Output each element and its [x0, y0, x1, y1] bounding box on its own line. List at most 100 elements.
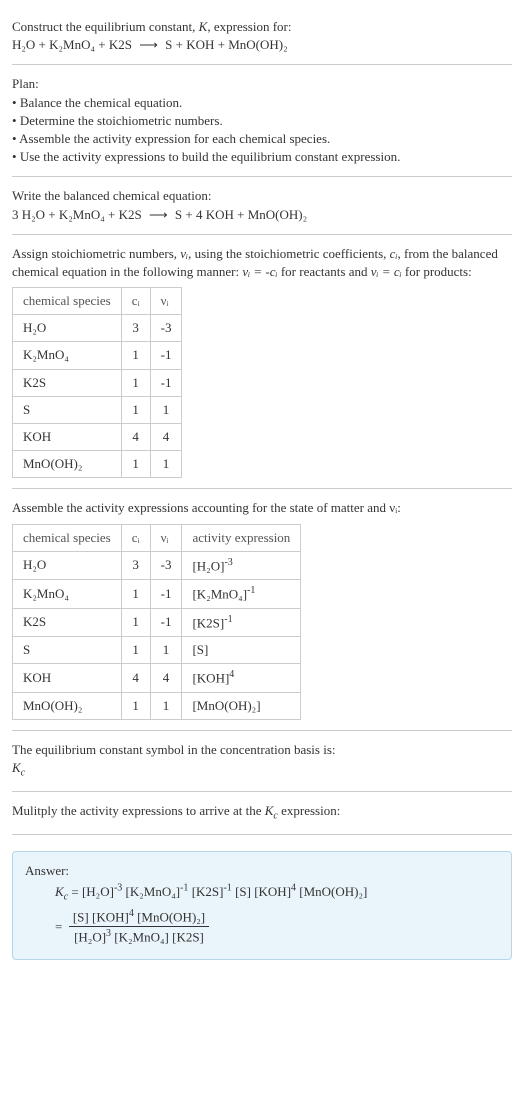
- plan-item-text: Assemble the activity expression for eac…: [19, 131, 330, 146]
- table-row: S11[S]: [13, 637, 301, 664]
- cell-nu: -3: [150, 551, 182, 580]
- cell-nu: -1: [150, 342, 182, 369]
- cell-ci: 1: [121, 342, 150, 369]
- assign-section: Assign stoichiometric numbers, νᵢ, using…: [12, 235, 512, 490]
- expr-term: [KOH]: [251, 884, 291, 899]
- cell-species: S: [13, 396, 122, 423]
- expr-term: [H₂O]: [82, 884, 114, 899]
- cell-ci: 4: [121, 424, 150, 451]
- plan-item: • Balance the chemical equation.: [12, 94, 512, 112]
- assign-rel1: νᵢ = -cᵢ: [242, 264, 277, 279]
- table-header: activity expression: [182, 524, 301, 551]
- cell-ci: 1: [121, 637, 150, 664]
- cell-nu: -1: [150, 580, 182, 609]
- intro-section: Construct the equilibrium constant, K, e…: [12, 8, 512, 65]
- assign-ci: cᵢ: [390, 246, 398, 261]
- plan-heading: Plan:: [12, 75, 512, 93]
- assemble-text: Assemble the activity expressions accoun…: [12, 499, 512, 517]
- table-header: chemical species: [13, 288, 122, 315]
- assign-rel2: νᵢ = cᵢ: [371, 264, 402, 279]
- cell-activity: [S]: [182, 637, 301, 664]
- cell-ci: 1: [121, 396, 150, 423]
- intro-line1b: , expression for:: [207, 19, 291, 34]
- balanced-equation: 3 H₂O + K₂MnO₄ + K2S ⟶ S + 4 KOH + MnO(O…: [12, 206, 512, 224]
- answer-label: Answer:: [25, 862, 499, 880]
- cell-nu: -1: [150, 369, 182, 396]
- cell-species: S: [13, 637, 122, 664]
- table-row: K2S1-1[K2S]-1: [13, 608, 301, 637]
- cell-species: MnO(OH)₂: [13, 451, 122, 478]
- answer-box: Answer: Kc = [H₂O]-3 [K₂MnO₄]-1 [K2S]-1 …: [12, 851, 512, 960]
- answer-line2: = [S] [KOH]4 [MnO(OH)₂] [H₂O]3 [K₂MnO₄] …: [55, 907, 499, 947]
- cell-ci: 3: [121, 551, 150, 580]
- assign-nu: νᵢ: [180, 246, 188, 261]
- cell-species: H₂O: [13, 551, 122, 580]
- symbol-kc: Kc: [12, 759, 512, 781]
- answer-kc: Kc: [55, 884, 68, 899]
- table-row: K₂MnO₄1-1[K₂MnO₄]-1: [13, 580, 301, 609]
- multiply-kc: Kc: [265, 803, 278, 818]
- table-row: K₂MnO₄1-1: [13, 342, 182, 369]
- answer-line1: Kc = [H₂O]-3 [K₂MnO₄]-1 [K2S]-1 [S] [KOH…: [55, 882, 499, 905]
- expr-term: [K₂MnO₄]: [122, 884, 180, 899]
- arrow-icon: ⟶: [135, 37, 162, 52]
- answer-body: Kc = [H₂O]-3 [K₂MnO₄]-1 [K2S]-1 [S] [KOH…: [25, 882, 499, 947]
- cell-species: K2S: [13, 369, 122, 396]
- expr-term: [K2S]: [169, 930, 204, 945]
- expr-term: [KOH]: [89, 909, 129, 924]
- cell-nu: 1: [150, 637, 182, 664]
- plan-item-text: Use the activity expressions to build th…: [20, 149, 401, 164]
- cell-nu: 1: [150, 451, 182, 478]
- plan-item: • Determine the stoichiometric numbers.: [12, 112, 512, 130]
- expr-term: [H₂O]: [74, 930, 106, 945]
- cell-species: MnO(OH)₂: [13, 693, 122, 720]
- plan-item: • Assemble the activity expression for e…: [12, 130, 512, 148]
- intro-line1a: Construct the equilibrium constant,: [12, 19, 199, 34]
- expr-term: [K2S]: [188, 884, 223, 899]
- table-row: S11: [13, 396, 182, 423]
- table-header: νᵢ: [150, 524, 182, 551]
- assign-t5: for products:: [402, 264, 472, 279]
- answer-fraction: [S] [KOH]4 [MnO(OH)₂] [H₂O]3 [K₂MnO₄] [K…: [69, 907, 209, 947]
- cell-ci: 3: [121, 315, 150, 342]
- balanced-heading: Write the balanced chemical equation:: [12, 187, 512, 205]
- cell-nu: 1: [150, 396, 182, 423]
- cell-species: K2S: [13, 608, 122, 637]
- cell-activity: [MnO(OH)₂]: [182, 693, 301, 720]
- table-row: KOH44[KOH]4: [13, 664, 301, 693]
- expr-term: [MnO(OH)₂]: [296, 884, 367, 899]
- cell-activity: [K2S]-1: [182, 608, 301, 637]
- symbol-section: The equilibrium constant symbol in the c…: [12, 731, 512, 792]
- cell-nu: 4: [150, 664, 182, 693]
- cell-ci: 1: [121, 580, 150, 609]
- intro-eq-lhs: H₂O + K₂MnO₄ + K2S: [12, 37, 132, 52]
- cell-ci: 1: [121, 451, 150, 478]
- assemble-section: Assemble the activity expressions accoun…: [12, 489, 512, 731]
- assign-t4: for reactants and: [278, 264, 371, 279]
- cell-ci: 1: [121, 608, 150, 637]
- cell-species: KOH: [13, 424, 122, 451]
- plan-section: Plan: • Balance the chemical equation. •…: [12, 65, 512, 177]
- stoich-table: chemical speciescᵢνᵢH₂O3-3K₂MnO₄1-1K2S1-…: [12, 287, 182, 478]
- activity-table: chemical speciescᵢνᵢactivity expressionH…: [12, 524, 301, 721]
- cell-nu: 1: [150, 693, 182, 720]
- intro-eq-rhs: S + KOH + MnO(OH)₂: [165, 37, 287, 52]
- plan-item-text: Determine the stoichiometric numbers.: [20, 113, 223, 128]
- expr-term: [S]: [73, 909, 89, 924]
- intro-equation: H₂O + K₂MnO₄ + K2S ⟶ S + KOH + MnO(OH)₂: [12, 36, 512, 54]
- cell-ci: 1: [121, 369, 150, 396]
- cell-species: KOH: [13, 664, 122, 693]
- cell-species: K₂MnO₄: [13, 580, 122, 609]
- intro-text: Construct the equilibrium constant, K, e…: [12, 18, 512, 36]
- balanced-eq-rhs: S + 4 KOH + MnO(OH)₂: [175, 207, 307, 222]
- expr-term: [MnO(OH)₂]: [134, 909, 205, 924]
- cell-species: H₂O: [13, 315, 122, 342]
- cell-activity: [K₂MnO₄]-1: [182, 580, 301, 609]
- cell-ci: 4: [121, 664, 150, 693]
- cell-activity: [H₂O]-3: [182, 551, 301, 580]
- table-row: K2S1-1: [13, 369, 182, 396]
- table-row: H₂O3-3[H₂O]-3: [13, 551, 301, 580]
- expr-term: [K₂MnO₄]: [111, 930, 169, 945]
- answer-section: Answer: Kc = [H₂O]-3 [K₂MnO₄]-1 [K2S]-1 …: [12, 835, 512, 970]
- fraction-denominator: [H₂O]3 [K₂MnO₄] [K2S]: [69, 927, 209, 947]
